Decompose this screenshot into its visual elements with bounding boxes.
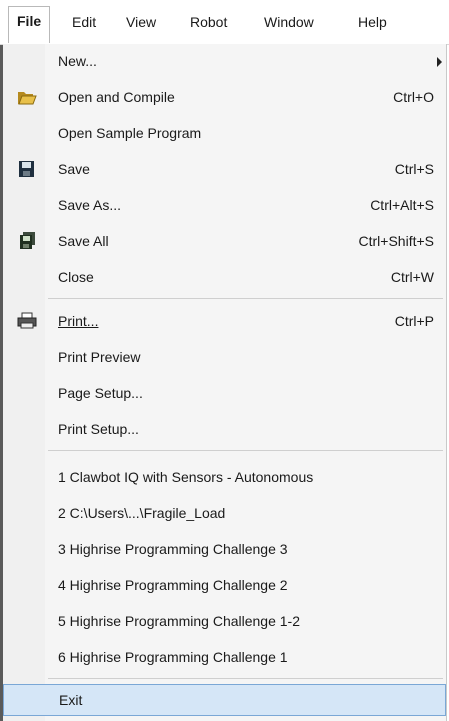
menu-item-label: Close [58, 269, 94, 285]
menu-item-label: Save [58, 161, 90, 177]
menu-separator [48, 450, 443, 451]
menu-item-label: New... [58, 53, 97, 69]
menu-item-save-as[interactable]: Save As... Ctrl+Alt+S [3, 190, 446, 220]
shortcut-text: Ctrl+Alt+S [370, 197, 434, 213]
shortcut-text: Ctrl+P [394, 313, 434, 329]
menu-item-new[interactable]: New... [3, 46, 446, 76]
multi-floppy-icon [17, 232, 37, 250]
menu-item-print-preview[interactable]: Print Preview [3, 342, 446, 372]
menu-item-label: Save All [58, 233, 109, 249]
menu-separator [48, 298, 443, 299]
file-dropdown-menu: New... Open and Compile Ctrl+O Open Samp… [3, 44, 447, 721]
menu-item-label: 3 Highrise Programming Challenge 3 [58, 541, 288, 557]
menu-item-close[interactable]: Close Ctrl+W [3, 262, 446, 292]
menu-bar: File Edit View Robot Window Help [0, 0, 449, 45]
menu-edit[interactable]: Edit [64, 8, 104, 36]
printer-icon [17, 312, 37, 330]
submenu-arrow-icon [437, 57, 442, 67]
menu-item-print-setup[interactable]: Print Setup... [3, 414, 446, 444]
menu-item-label: Save As... [58, 197, 122, 213]
menu-item-exit[interactable]: Exit [3, 684, 446, 716]
menu-item-label: Page Setup... [58, 385, 143, 401]
menu-item-save[interactable]: Save Ctrl+S [3, 154, 446, 184]
menu-item-open-compile[interactable]: Open and Compile Ctrl+O [3, 82, 446, 112]
menu-item-label: Print... [58, 313, 99, 329]
menu-separator [48, 678, 443, 679]
recent-file-item[interactable]: 3 Highrise Programming Challenge 3 [3, 534, 446, 564]
menu-file[interactable]: File [8, 6, 51, 43]
shortcut-text: Ctrl+S [394, 161, 434, 177]
menu-item-page-setup[interactable]: Page Setup... [3, 378, 446, 408]
recent-file-item[interactable]: 1 Clawbot IQ with Sensors - Autonomous [3, 462, 446, 492]
menu-item-print[interactable]: Print... Ctrl+P [3, 306, 446, 336]
menu-item-label: Exit [59, 692, 83, 708]
menu-item-label: Open and Compile [58, 89, 175, 105]
menu-item-label: 1 Clawbot IQ with Sensors - Autonomous [58, 469, 314, 485]
recent-file-item[interactable]: 4 Highrise Programming Challenge 2 [3, 570, 446, 600]
menu-robot[interactable]: Robot [182, 8, 235, 36]
menu-item-label: 4 Highrise Programming Challenge 2 [58, 577, 288, 593]
shortcut-text: Ctrl+Shift+S [358, 233, 434, 249]
menu-item-label: 2 C:\Users\...\Fragile_Load [58, 505, 226, 521]
menu-view[interactable]: View [118, 8, 164, 36]
open-folder-icon [17, 88, 37, 106]
recent-file-item[interactable]: 2 C:\Users\...\Fragile_Load [3, 498, 446, 528]
shortcut-text: Ctrl+O [393, 89, 434, 105]
menu-window[interactable]: Window [256, 8, 322, 36]
menu-item-label: Print Setup... [58, 421, 139, 437]
menu-item-open-sample[interactable]: Open Sample Program [3, 118, 446, 148]
recent-file-item[interactable]: 6 Highrise Programming Challenge 1 [3, 642, 446, 672]
menu-item-label: Open Sample Program [58, 125, 202, 141]
shortcut-text: Ctrl+W [390, 269, 434, 285]
menu-item-label: 6 Highrise Programming Challenge 1 [58, 649, 288, 665]
floppy-disk-icon [17, 160, 37, 178]
menu-item-label: 5 Highrise Programming Challenge 1-2 [58, 613, 301, 629]
recent-file-item[interactable]: 5 Highrise Programming Challenge 1-2 [3, 606, 446, 636]
menu-item-label: Print Preview [58, 349, 141, 365]
menu-item-save-all[interactable]: Save All Ctrl+Shift+S [3, 226, 446, 256]
menu-help[interactable]: Help [350, 8, 395, 36]
